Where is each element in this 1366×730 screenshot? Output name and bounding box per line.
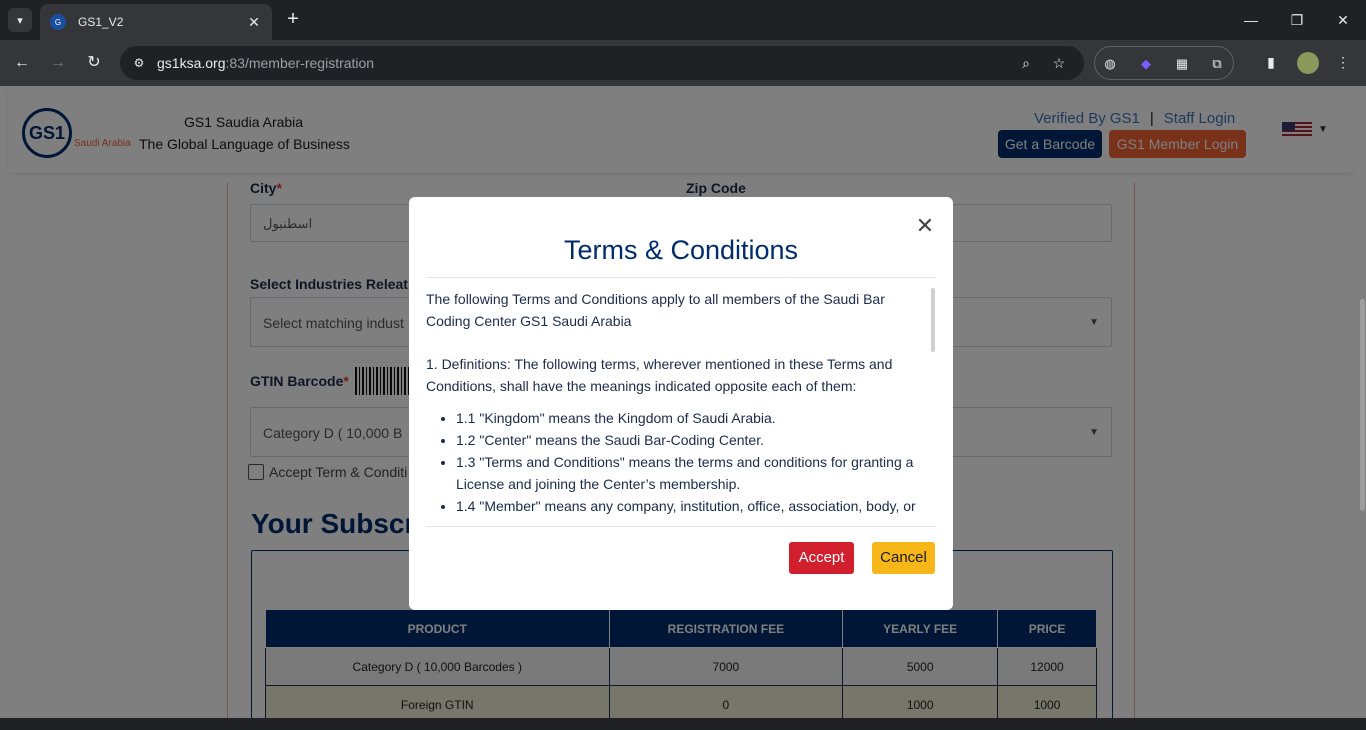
taskbar	[0, 718, 1366, 730]
tab-search-chevron-icon[interactable]: ▾	[8, 8, 32, 32]
new-tab-plus-icon[interactable]: +	[282, 8, 304, 30]
divider	[426, 526, 936, 527]
puzzle-extensions-icon[interactable]: ⧉	[1208, 55, 1226, 73]
web-page: GS1 Saudi Arabia GS1 Saudia Arabia The G…	[0, 86, 1366, 730]
terms-content[interactable]: The following Terms and Conditions apply…	[426, 288, 936, 526]
forward-arrow-icon[interactable]: →	[47, 52, 69, 74]
more-menu-icon[interactable]: ⋮	[1333, 52, 1353, 72]
tab-title: GS1_V2	[78, 15, 124, 29]
page-scrollbar[interactable]	[1360, 299, 1365, 511]
accept-button[interactable]: Accept	[789, 542, 854, 574]
browser-toolbar: ← → ↻ ⚙ gs1ksa.org:83/member-registratio…	[0, 40, 1366, 86]
back-arrow-icon[interactable]: ←	[11, 52, 33, 74]
restore-icon[interactable]: ❐	[1287, 10, 1307, 30]
browser-tab[interactable]: G GS1_V2 ✕	[40, 4, 272, 40]
site-info-icon[interactable]: ⚙	[130, 54, 148, 72]
browser-tab-strip: ▾ G GS1_V2 ✕ + — ❐ ✕	[0, 0, 1366, 40]
terms-intro: The following Terms and Conditions apply…	[426, 291, 885, 329]
divider	[426, 277, 936, 278]
window-close-icon[interactable]: ✕	[1333, 10, 1353, 30]
tab-close-icon[interactable]: ✕	[246, 14, 262, 31]
modal-title: Terms & Conditions	[563, 235, 799, 265]
profile-avatar[interactable]	[1297, 52, 1319, 74]
zoom-icon[interactable]: ⌕	[1017, 54, 1035, 72]
close-icon[interactable]: ✕	[914, 215, 936, 237]
terms-definitions: 1. Definitions: The following terms, whe…	[426, 356, 893, 394]
minimize-icon[interactable]: —	[1241, 10, 1261, 30]
list-item: 1.2 "Center" means the Saudi Bar-Coding …	[456, 429, 936, 451]
qr-extension-icon[interactable]: ▦	[1173, 55, 1191, 73]
list-item: 1.3 "Terms and Conditions" means the ter…	[456, 451, 936, 495]
purple-extension-icon[interactable]: ◆	[1137, 55, 1155, 73]
extensions-group: ◍ ◆ ▦ ⧉	[1094, 46, 1234, 80]
favicon-icon: G	[50, 14, 66, 30]
terms-list: 1.1 "Kingdom" means the Kingdom of Saudi…	[426, 407, 936, 517]
list-item: 1.4 "Member" means any company, institut…	[456, 495, 936, 517]
bookmark-star-icon[interactable]: ☆	[1050, 54, 1068, 72]
address-bar[interactable]: ⚙ gs1ksa.org:83/member-registration ⌕ ☆	[120, 46, 1084, 80]
globe-extension-icon[interactable]: ◍	[1101, 55, 1119, 73]
reload-icon[interactable]: ↻	[83, 52, 105, 74]
list-item: 1.1 "Kingdom" means the Kingdom of Saudi…	[456, 407, 936, 429]
url-text[interactable]: gs1ksa.org:83/member-registration	[157, 55, 374, 71]
terms-modal: ✕ Terms & Conditions The following Terms…	[409, 197, 953, 610]
terms-scrollbar[interactable]	[931, 288, 935, 352]
cancel-button[interactable]: Cancel	[872, 542, 935, 574]
side-panel-icon[interactable]: ▮	[1261, 52, 1281, 72]
